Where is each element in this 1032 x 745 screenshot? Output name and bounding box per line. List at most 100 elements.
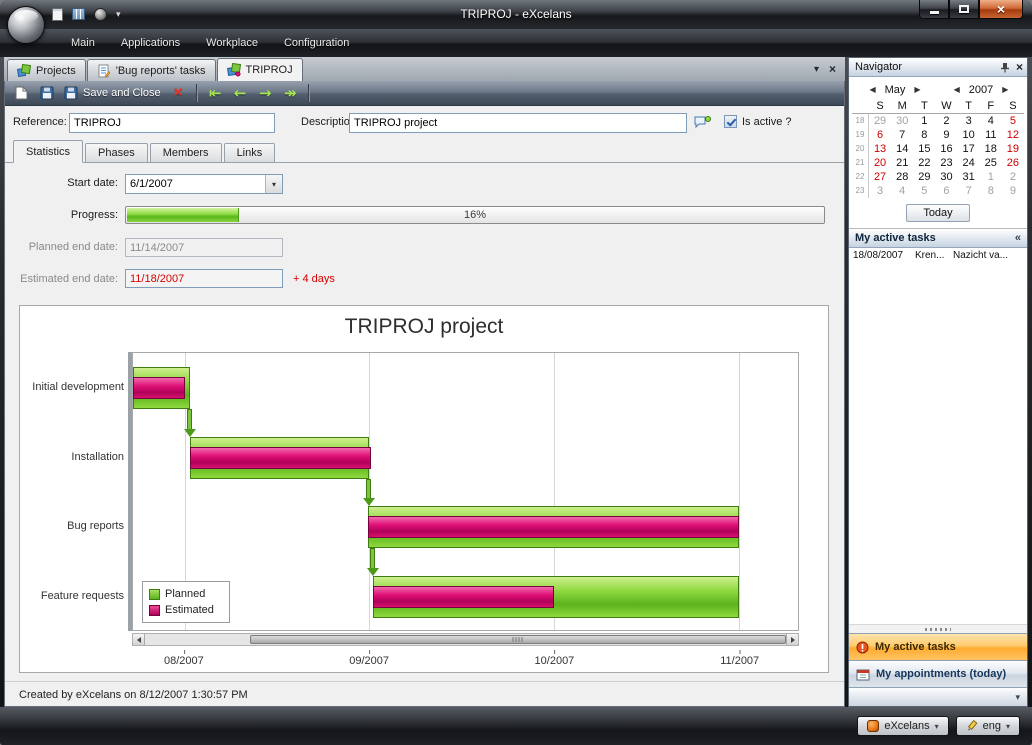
calendar-day[interactable]: 4: [980, 115, 1002, 127]
calendar-day-headers: S M T W T F S: [852, 99, 1024, 114]
calendar-day[interactable]: 29: [913, 171, 935, 183]
language-menu[interactable]: eng ▾: [956, 716, 1020, 736]
gridline: [739, 353, 740, 630]
calendar-day[interactable]: 20: [869, 157, 891, 169]
panel-options-chevron-icon[interactable]: ▾: [1015, 692, 1020, 703]
is-active-checkbox[interactable]: [724, 115, 737, 128]
calendar-day[interactable]: 8: [980, 185, 1002, 197]
menu-configuration[interactable]: Configuration: [271, 32, 362, 54]
go-previous-button[interactable]: ←: [229, 83, 252, 104]
comments-icon[interactable]: [694, 115, 711, 130]
tab-bug-reports-tasks[interactable]: 'Bug reports' tasks: [87, 59, 216, 81]
today-button[interactable]: Today: [906, 204, 970, 222]
new-button[interactable]: [10, 83, 33, 104]
maximize-button[interactable]: [949, 0, 979, 19]
calendar-day[interactable]: 16: [935, 143, 957, 155]
calendar-day[interactable]: 25: [980, 157, 1002, 169]
app-logo-orb[interactable]: [7, 6, 45, 44]
tab-projects[interactable]: Projects: [7, 59, 86, 81]
close-button[interactable]: ×: [979, 0, 1023, 19]
calendar-day[interactable]: 24: [958, 157, 980, 169]
calendar-day[interactable]: 6: [935, 185, 957, 197]
save-button[interactable]: [35, 83, 58, 104]
combo-dropdown-button[interactable]: ▾: [265, 175, 282, 193]
subtab-phases[interactable]: Phases: [85, 143, 148, 163]
scroll-right-button[interactable]: [786, 634, 798, 645]
calendar-day[interactable]: 30: [891, 115, 913, 127]
calendar-day[interactable]: 28: [891, 171, 913, 183]
subtab-members[interactable]: Members: [150, 143, 222, 163]
calendar-day[interactable]: 17: [958, 143, 980, 155]
minimize-button[interactable]: [919, 0, 949, 19]
calendar-month[interactable]: May: [885, 84, 906, 96]
navigator-close-icon[interactable]: ×: [1016, 61, 1023, 73]
reference-input[interactable]: [69, 113, 275, 133]
calendar-day[interactable]: 27: [869, 171, 891, 183]
scroll-left-button[interactable]: [133, 634, 145, 645]
calendar-day[interactable]: 12: [1002, 129, 1024, 141]
calendar-day[interactable]: 5: [1002, 115, 1024, 127]
panel-splitter[interactable]: [849, 624, 1027, 633]
tab-triproj[interactable]: TRIPROJ: [217, 58, 303, 81]
calendar-year[interactable]: 2007: [969, 84, 993, 96]
day-header: W: [935, 100, 957, 112]
menu-workplace[interactable]: Workplace: [193, 32, 271, 54]
next-year-icon[interactable]: ▶: [1002, 85, 1008, 94]
tab-close-icon[interactable]: ×: [829, 63, 836, 75]
calendar-day[interactable]: 8: [913, 129, 935, 141]
calendar-day[interactable]: 22: [913, 157, 935, 169]
go-next-button[interactable]: →: [254, 83, 277, 104]
calendar-day[interactable]: 13: [869, 143, 891, 155]
tab-list-dropdown-icon[interactable]: ▾: [814, 64, 819, 75]
description-input[interactable]: [349, 113, 687, 133]
task-list-item[interactable]: 18/08/2007 Kren... Nazicht va...: [849, 248, 1027, 263]
estimated-end-date-input[interactable]: [125, 269, 283, 288]
calendar-day[interactable]: 3: [958, 115, 980, 127]
menu-applications[interactable]: Applications: [108, 32, 193, 54]
my-appointments-button[interactable]: My appointments (today): [849, 660, 1027, 687]
calendar-day[interactable]: 9: [1002, 185, 1024, 197]
calendar-day[interactable]: 31: [958, 171, 980, 183]
next-month-icon[interactable]: ▶: [914, 85, 920, 94]
previous-month-icon[interactable]: ◀: [869, 85, 875, 94]
subtab-links[interactable]: Links: [224, 143, 276, 163]
start-date-combobox[interactable]: 6/1/2007 ▾: [125, 174, 283, 194]
calendar-day[interactable]: 23: [935, 157, 957, 169]
my-active-tasks-button[interactable]: My active tasks: [849, 633, 1027, 660]
previous-year-icon[interactable]: ◀: [954, 85, 960, 94]
calendar-day[interactable]: 7: [891, 129, 913, 141]
calendar-day[interactable]: 14: [891, 143, 913, 155]
calendar-day[interactable]: 7: [958, 185, 980, 197]
calendar-day[interactable]: 19: [1002, 143, 1024, 155]
excelans-menu[interactable]: eXcelans ▾: [857, 716, 948, 736]
delete-button[interactable]: ×: [167, 83, 190, 104]
calendar-day[interactable]: 18: [980, 143, 1002, 155]
calendar-day[interactable]: 1: [980, 171, 1002, 183]
calendar-day[interactable]: 2: [935, 115, 957, 127]
calendar-day[interactable]: 30: [935, 171, 957, 183]
subtab-statistics[interactable]: Statistics: [13, 140, 83, 163]
calendar-day[interactable]: 11: [980, 129, 1002, 141]
scrollbar-thumb[interactable]: [250, 635, 786, 644]
calendar-day[interactable]: 21: [891, 157, 913, 169]
calendar-day[interactable]: 9: [935, 129, 957, 141]
task-date: 18/08/2007: [853, 250, 915, 261]
go-last-button[interactable]: ↠: [279, 83, 302, 104]
calendar-day[interactable]: 1: [913, 115, 935, 127]
calendar-day[interactable]: 3: [869, 185, 891, 197]
calendar-day[interactable]: 29: [869, 115, 891, 127]
calendar-day[interactable]: 6: [869, 129, 891, 141]
titlebar[interactable]: ▾ TRIPROJ - eXcelans ×: [0, 0, 1032, 29]
chart-horizontal-scrollbar[interactable]: [132, 633, 799, 646]
collapse-icon[interactable]: «: [1015, 232, 1021, 244]
go-first-button[interactable]: ⇤: [204, 83, 227, 104]
calendar-day[interactable]: 26: [1002, 157, 1024, 169]
calendar-day[interactable]: 10: [958, 129, 980, 141]
pin-icon[interactable]: [1000, 62, 1010, 73]
calendar-day[interactable]: 15: [913, 143, 935, 155]
calendar-day[interactable]: 4: [891, 185, 913, 197]
calendar-day[interactable]: 5: [913, 185, 935, 197]
save-and-close-button[interactable]: Save and Close: [60, 83, 165, 104]
calendar-day[interactable]: 2: [1002, 171, 1024, 183]
menu-main[interactable]: Main: [58, 32, 108, 54]
